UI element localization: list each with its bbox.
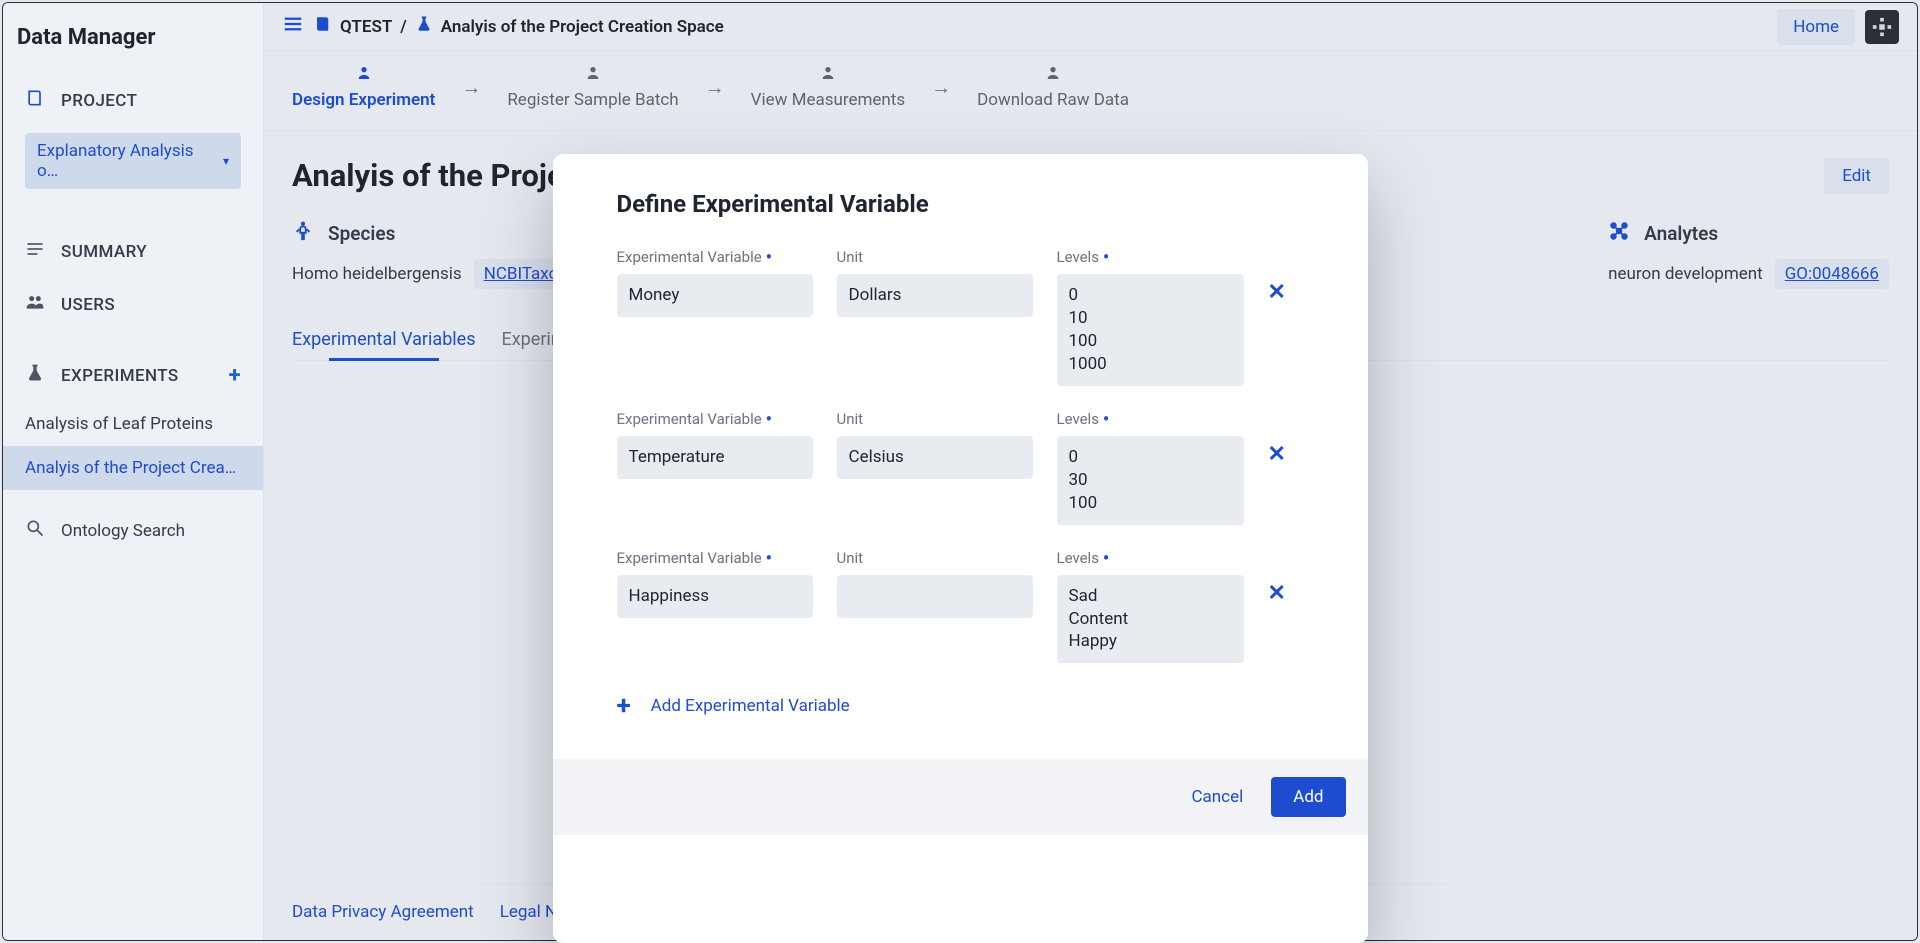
nav-summary-label: SUMMARY — [61, 242, 147, 262]
analytes-value: neuron development — [1608, 264, 1763, 284]
levels-label: Levels • — [1057, 549, 1244, 567]
breadcrumb-project[interactable]: QTEST — [340, 17, 392, 37]
close-icon: ✕ — [1268, 280, 1286, 305]
variable-levels-input[interactable]: Sad Content Happy — [1057, 575, 1244, 664]
unit-label: Unit — [837, 410, 1033, 428]
person-icon — [820, 65, 836, 86]
variable-label: Experimental Variable • — [617, 248, 813, 266]
analytes-ontology-link[interactable]: GO:0048666 — [1775, 259, 1889, 289]
home-button[interactable]: Home — [1777, 9, 1855, 45]
person-icon — [585, 65, 601, 86]
remove-variable-button[interactable]: ✕ — [1268, 280, 1304, 305]
wizard-step-view[interactable]: View Measurements — [751, 65, 905, 110]
variable-label: Experimental Variable • — [617, 410, 813, 428]
analytes-heading: Analytes — [1644, 222, 1718, 245]
wizard-step-label: View Measurements — [751, 90, 905, 110]
variable-name-input[interactable] — [617, 575, 813, 618]
arrow-right-icon: → — [453, 75, 489, 100]
avatar[interactable] — [1865, 10, 1899, 44]
nav-project[interactable]: PROJECT — [3, 74, 263, 127]
close-icon: ✕ — [1268, 581, 1286, 606]
breadcrumb: QTEST / Analyis of the Project Creation … — [314, 15, 724, 38]
sidebar: Data Manager PROJECT Explanatory Analysi… — [3, 3, 264, 940]
footer-link-privacy[interactable]: Data Privacy Agreement — [292, 902, 474, 922]
levels-label: Levels • — [1057, 248, 1244, 266]
variable-unit-input[interactable] — [837, 575, 1033, 618]
person-icon — [356, 65, 372, 86]
wizard-step-design[interactable]: Design Experiment — [292, 65, 435, 110]
remove-variable-button[interactable]: ✕ — [1268, 581, 1304, 606]
add-variable-label: Add Experimental Variable — [651, 696, 850, 716]
variable-levels-input[interactable]: 0 10 100 1000 — [1057, 274, 1244, 386]
unit-label: Unit — [837, 549, 1033, 567]
unit-label: Unit — [837, 248, 1033, 266]
nav-ontology-label: Ontology Search — [61, 521, 185, 541]
define-variable-modal: Define Experimental Variable Experimenta… — [553, 154, 1368, 943]
nav-ontology-search[interactable]: Ontology Search — [3, 506, 263, 555]
users-icon — [25, 292, 47, 317]
person-walk-icon — [292, 220, 314, 247]
breadcrumb-experiment[interactable]: Analyis of the Project Creation Space — [441, 17, 724, 37]
chevron-down-icon: ▾ — [223, 154, 229, 168]
analytes-icon — [1608, 220, 1630, 247]
wizard-step-label: Register Sample Batch — [507, 90, 678, 110]
cancel-button[interactable]: Cancel — [1179, 777, 1255, 817]
add-button[interactable]: Add — [1271, 777, 1345, 817]
nav-experiments-label: EXPERIMENTS — [61, 366, 179, 386]
project-selector-label: Explanatory Analysis o… — [37, 141, 215, 181]
nav-experiments[interactable]: EXPERIMENTS + — [3, 349, 263, 402]
modal-title: Define Experimental Variable — [617, 190, 1304, 218]
flask-icon — [415, 15, 433, 38]
variable-name-input[interactable] — [617, 274, 813, 317]
experiment-item-1[interactable]: Analyis of the Project Crea… — [3, 446, 263, 490]
nav-users[interactable]: USERS — [3, 278, 263, 331]
app-title: Data Manager — [3, 3, 263, 70]
experiment-item-label: Analyis of the Project Crea… — [25, 458, 236, 478]
person-icon — [1045, 65, 1061, 86]
analytes-block: Analytes neuron development GO:0048666 — [1608, 220, 1889, 289]
edit-button[interactable]: Edit — [1824, 158, 1889, 194]
book-icon — [314, 15, 332, 38]
plus-icon: + — [617, 691, 631, 721]
flask-icon — [25, 363, 47, 388]
topbar: QTEST / Analyis of the Project Creation … — [264, 3, 1917, 51]
menu-toggle-icon[interactable] — [282, 13, 304, 40]
project-selector[interactable]: Explanatory Analysis o… ▾ — [25, 133, 241, 189]
variable-row-2: Experimental Variable • Unit Levels • Sa… — [617, 549, 1304, 664]
tab-experimental-variables[interactable]: Experimental Variables — [292, 319, 476, 360]
species-value: Homo heidelbergensis — [292, 264, 462, 284]
variable-label: Experimental Variable • — [617, 549, 813, 567]
breadcrumb-sep: / — [400, 17, 406, 37]
wizard-steps: Design Experiment → Register Sample Batc… — [264, 51, 1917, 131]
variable-unit-input[interactable] — [837, 274, 1033, 317]
wizard-step-register[interactable]: Register Sample Batch — [507, 65, 678, 110]
experiment-item-label: Analysis of Leaf Proteins — [25, 414, 213, 434]
variable-row-0: Experimental Variable • Unit Levels • 0 … — [617, 248, 1304, 386]
close-icon: ✕ — [1268, 442, 1286, 467]
search-icon — [25, 518, 47, 543]
add-variable-button[interactable]: + Add Experimental Variable — [617, 687, 1304, 739]
levels-label: Levels • — [1057, 410, 1244, 428]
nav-project-label: PROJECT — [61, 91, 137, 111]
variable-row-1: Experimental Variable • Unit Levels • 0 … — [617, 410, 1304, 525]
species-heading: Species — [328, 222, 395, 245]
nav-users-label: USERS — [61, 295, 115, 315]
arrow-right-icon: → — [697, 75, 733, 100]
book-icon — [25, 88, 47, 113]
arrow-right-icon: → — [923, 75, 959, 100]
variable-unit-input[interactable] — [837, 436, 1033, 479]
nav-summary[interactable]: SUMMARY — [3, 225, 263, 278]
wizard-step-label: Download Raw Data — [977, 90, 1129, 110]
add-experiment-button[interactable]: + — [229, 363, 241, 388]
experiment-item-0[interactable]: Analysis of Leaf Proteins — [3, 402, 263, 446]
variable-name-input[interactable] — [617, 436, 813, 479]
wizard-step-label: Design Experiment — [292, 90, 435, 110]
wizard-step-download[interactable]: Download Raw Data — [977, 65, 1129, 110]
variable-levels-input[interactable]: 0 30 100 — [1057, 436, 1244, 525]
summary-icon — [25, 239, 47, 264]
modal-footer: Cancel Add — [553, 759, 1368, 835]
remove-variable-button[interactable]: ✕ — [1268, 442, 1304, 467]
